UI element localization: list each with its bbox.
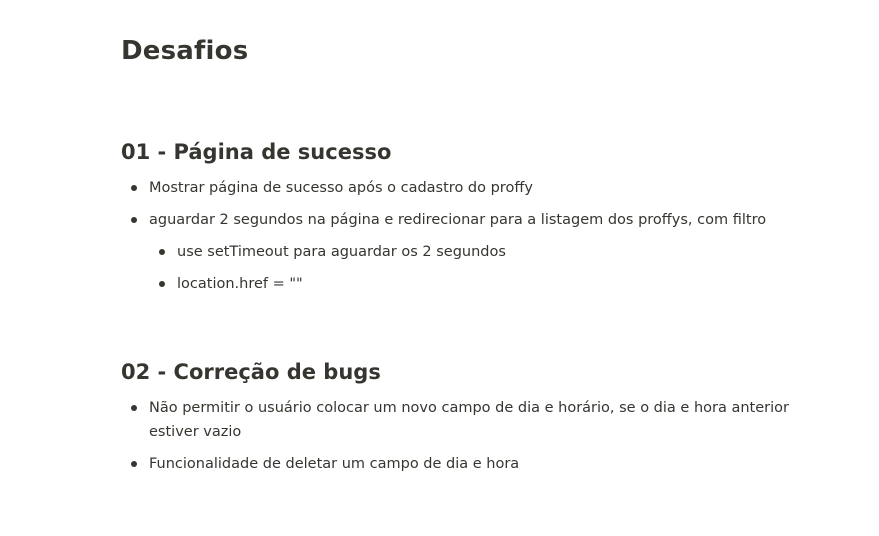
bullet-icon [159,281,165,287]
list-item-text: Funcionalidade de deletar um campo de di… [149,456,520,472]
list-item-text: Não permitir o usuário colocar um novo c… [149,400,789,440]
list-item: aguardar 2 segundos na página e redireci… [131,208,839,232]
list-item-text: use setTimeout para aguardar os 2 segund… [177,244,506,260]
list-item: Funcionalidade de deletar um campo de di… [131,452,839,476]
section-heading-correcao-de-bugs: 02 - Correção de bugs [121,360,381,384]
bullet-icon [131,217,137,223]
nested-list-item: location.href = "" [159,272,837,296]
bullet-icon [131,405,137,411]
bullet-icon [131,185,137,191]
bullet-icon [159,249,165,255]
list-item: Mostrar página de sucesso após o cadastr… [131,176,839,200]
nested-list-item: use setTimeout para aguardar os 2 segund… [159,240,837,264]
list-item-text: aguardar 2 segundos na página e redireci… [149,212,767,228]
section-heading-pagina-de-sucesso: 01 - Página de sucesso [121,140,392,164]
list-item: Não permitir o usuário colocar um novo c… [131,396,839,444]
list-item-text: Mostrar página de sucesso após o cadastr… [149,180,533,196]
list-item-text: location.href = "" [177,276,303,292]
bullet-icon [131,461,137,467]
page-title: Desafios [121,36,249,66]
